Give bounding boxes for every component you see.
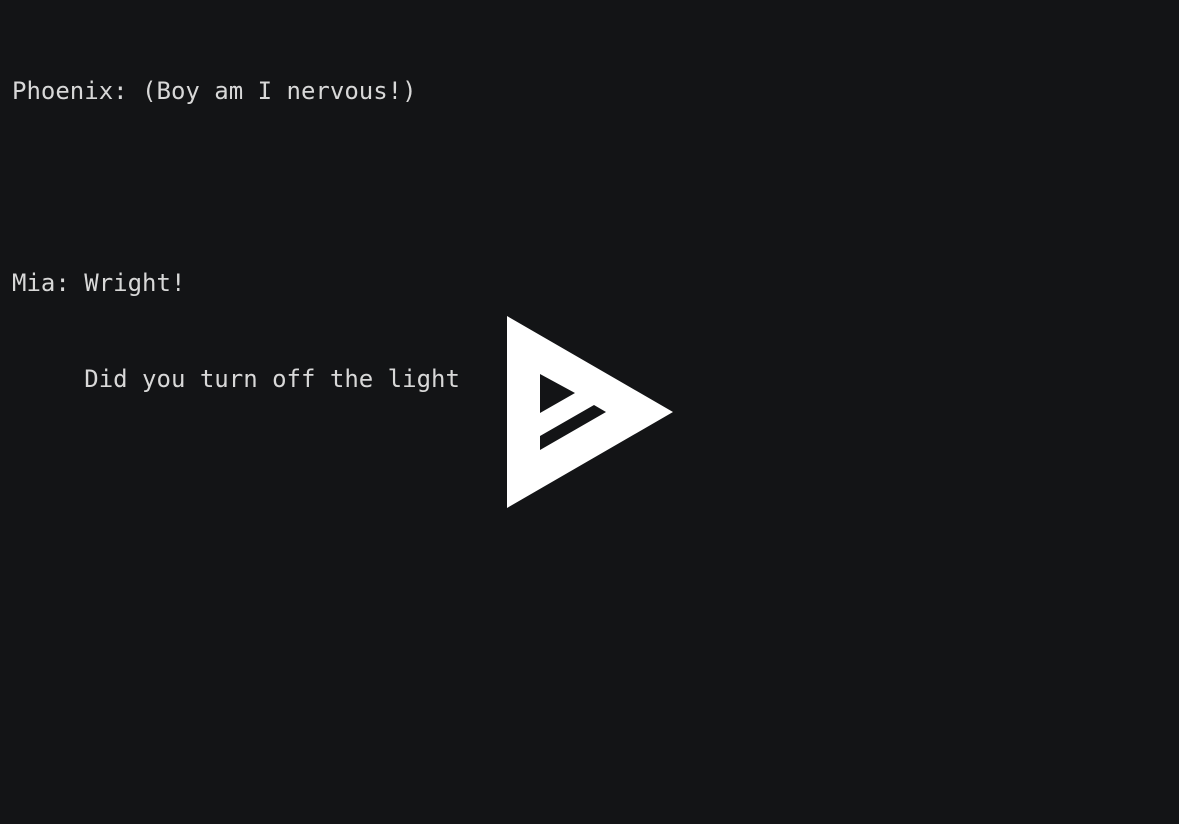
dialogue-text: Phoenix: (Boy am I nervous!) Mia: Wright… xyxy=(12,11,460,459)
play-logo-icon xyxy=(507,316,673,508)
dialogue-line-phoenix: Phoenix: (Boy am I nervous!) xyxy=(12,77,417,105)
dialogue-line-mia: Mia: Wright! xyxy=(12,269,186,297)
dialogue-line-mia-continued: Did you turn off the light xyxy=(12,365,460,393)
terminal-window: Phoenix: (Boy am I nervous!) Mia: Wright… xyxy=(0,0,1179,824)
